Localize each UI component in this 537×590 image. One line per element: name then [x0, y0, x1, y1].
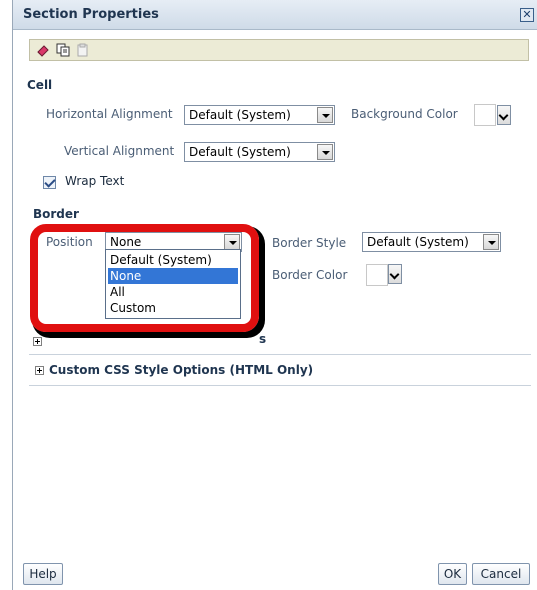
help-button[interactable]: Help — [23, 563, 63, 585]
wrap-text-label: Wrap Text — [65, 174, 125, 188]
toolbar — [29, 39, 529, 61]
dialog-titlebar[interactable]: Section Properties ✕ — [13, 0, 537, 30]
section-properties-dialog: Section Properties ✕ Cell Horizontal Ali… — [12, 0, 537, 590]
horizontal-alignment-label: Horizontal Alignment — [46, 107, 173, 121]
background-color-dropdown[interactable] — [497, 105, 511, 125]
separator — [29, 385, 531, 386]
position-option-default[interactable]: Default (System) — [108, 252, 238, 268]
close-icon[interactable]: ✕ — [520, 8, 534, 22]
background-color-swatch[interactable] — [474, 104, 496, 126]
vertical-alignment-value: Default (System) — [189, 145, 291, 159]
cell-section-header: Cell — [27, 78, 53, 92]
border-color-swatch[interactable] — [366, 264, 388, 286]
separator — [29, 354, 531, 355]
position-dropdown-list: Default (System) None All Custom — [105, 249, 241, 319]
horizontal-alignment-value: Default (System) — [189, 108, 291, 122]
collapsed-section-label-tail: s — [259, 332, 267, 346]
copy-icon[interactable] — [56, 43, 70, 57]
expand-icon[interactable] — [35, 366, 44, 375]
border-color-dropdown[interactable] — [388, 264, 402, 284]
expand-icon[interactable] — [33, 337, 42, 346]
dialog-title: Section Properties — [23, 7, 159, 22]
cancel-button[interactable]: Cancel — [472, 563, 530, 585]
border-style-value: Default (System) — [367, 235, 469, 249]
border-style-label: Border Style — [272, 236, 347, 250]
position-option-custom[interactable]: Custom — [108, 300, 238, 316]
background-color-label: Background Color — [351, 107, 458, 121]
custom-css-section-label[interactable]: Custom CSS Style Options (HTML Only) — [49, 363, 313, 377]
vertical-alignment-select[interactable]: Default (System) — [184, 142, 335, 162]
vertical-alignment-label: Vertical Alignment — [64, 144, 175, 158]
paste-icon[interactable] — [76, 43, 90, 57]
border-style-select[interactable]: Default (System) — [362, 232, 501, 252]
horizontal-alignment-select[interactable]: Default (System) — [184, 105, 335, 125]
border-section-header: Border — [33, 207, 79, 221]
position-label: Position — [46, 235, 93, 249]
position-value: None — [110, 235, 142, 249]
position-option-none[interactable]: None — [108, 268, 238, 284]
chevron-down-icon[interactable] — [483, 234, 499, 250]
chevron-down-icon[interactable] — [317, 144, 333, 160]
eraser-icon[interactable] — [36, 43, 50, 57]
border-color-label: Border Color — [272, 268, 348, 282]
position-option-all[interactable]: All — [108, 284, 238, 300]
wrap-text-checkbox[interactable] — [43, 176, 56, 189]
chevron-down-icon[interactable] — [317, 107, 333, 123]
ok-button[interactable]: OK — [438, 563, 467, 585]
chevron-down-icon[interactable] — [224, 234, 240, 250]
